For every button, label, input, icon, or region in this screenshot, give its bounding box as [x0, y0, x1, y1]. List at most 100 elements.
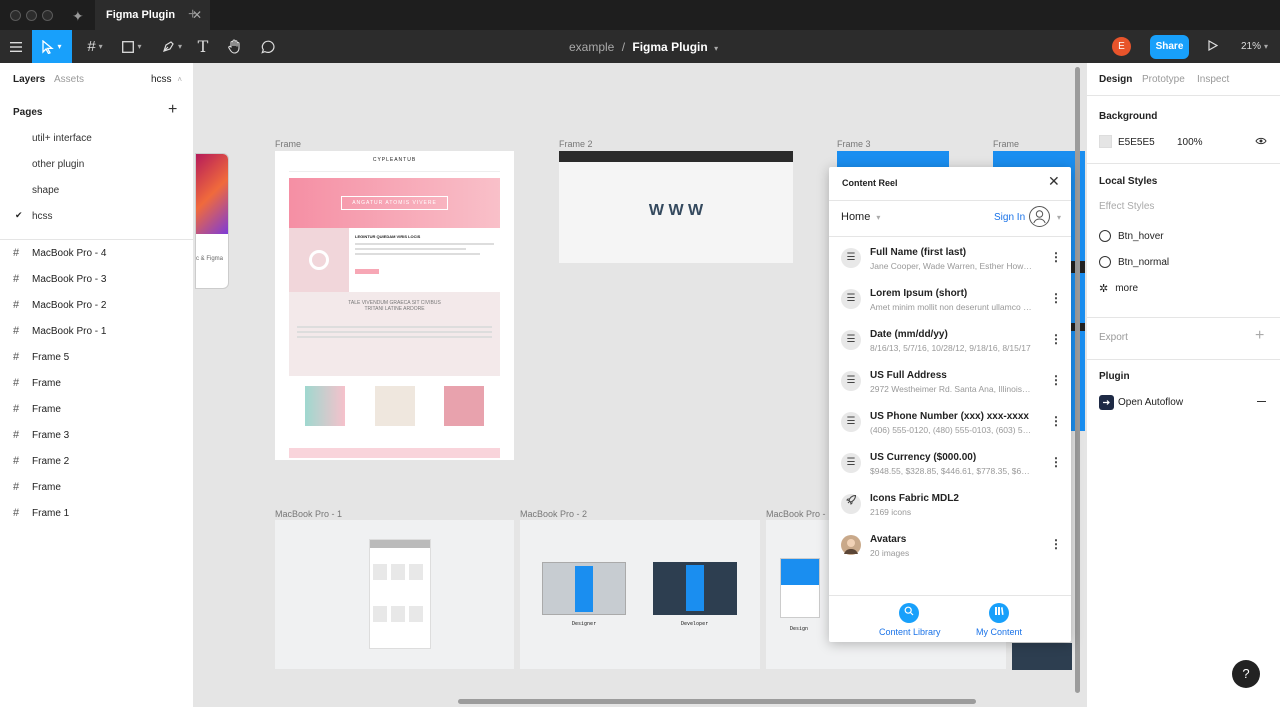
move-tool-button[interactable]: ▾	[32, 30, 72, 63]
user-icon[interactable]	[1029, 206, 1050, 227]
tab-assets[interactable]: Assets	[54, 74, 84, 85]
close-window-button[interactable]	[10, 10, 21, 21]
more-options-icon[interactable]: ⋮	[1050, 455, 1062, 469]
background-opacity[interactable]: 100%	[1177, 137, 1203, 148]
site-brand: CYPLEANTUB	[372, 157, 417, 163]
tab-inspect[interactable]: Inspect	[1197, 74, 1229, 85]
zoom-level[interactable]: 21% ▾	[1241, 41, 1268, 52]
content-library-search-icon[interactable]	[899, 603, 919, 623]
background-hex[interactable]: E5E5E5	[1118, 137, 1155, 148]
vertical-scrollbar[interactable]	[1075, 67, 1080, 693]
frame-label[interactable]: Frame	[993, 139, 1019, 149]
page-item[interactable]: util+ interface	[32, 133, 92, 144]
more-options-icon[interactable]: ⋮	[1050, 291, 1062, 305]
content-item[interactable]: ☰ US Phone Number (xxx) xxx-xxxx (406) 5…	[829, 405, 1071, 446]
more-options-icon[interactable]: ⋮	[1050, 250, 1062, 264]
more-options-icon[interactable]: ⋮	[1050, 332, 1062, 346]
layer-item[interactable]: # MacBook Pro - 3	[13, 273, 106, 285]
frame-label[interactable]: Frame 2	[559, 139, 593, 149]
more-options-icon[interactable]: ⋮	[1050, 414, 1062, 428]
layer-item[interactable]: # Frame 3	[13, 429, 69, 441]
content-library-button[interactable]: Content Library	[879, 627, 941, 637]
pen-tool-button[interactable]: ▾	[155, 30, 189, 63]
style-item-btn-normal[interactable]: Btn_normal	[1099, 256, 1169, 268]
horizontal-scrollbar[interactable]	[458, 699, 976, 704]
frame-label[interactable]: MacBook Pro - 1	[275, 509, 342, 519]
layer-item[interactable]: # Frame 2	[13, 455, 69, 467]
tab-prototype[interactable]: Prototype	[1142, 74, 1185, 85]
new-tab-button[interactable]: +	[188, 6, 197, 24]
page-item[interactable]: other plugin	[32, 159, 84, 170]
tab-layers[interactable]: Layers	[13, 74, 45, 85]
content-item[interactable]: ☰ US Full Address 2972 Westheimer Rd. Sa…	[829, 364, 1071, 405]
my-content-button[interactable]: My Content	[976, 627, 1022, 637]
layer-item[interactable]: # Frame 1	[13, 507, 69, 519]
more-styles-button[interactable]: ✲ more	[1099, 282, 1138, 295]
style-item-btn-hover[interactable]: Btn_hover	[1099, 230, 1164, 242]
remove-plugin-icon[interactable]	[1257, 401, 1266, 403]
layer-item[interactable]: # Frame	[13, 481, 61, 493]
layer-item[interactable]: # MacBook Pro - 2	[13, 299, 106, 311]
site-nav	[289, 171, 500, 172]
help-button[interactable]: ?	[1232, 660, 1260, 688]
layer-item[interactable]: # Frame	[13, 377, 61, 389]
macbook-frame-2[interactable]: Designer Developer	[520, 520, 760, 669]
content-item-title: Icons Fabric MDL2	[870, 493, 959, 504]
plugin-name[interactable]: Open Autoflow	[1118, 397, 1183, 408]
plugin-title: Content Reel	[842, 178, 898, 188]
content-item[interactable]: Icons Fabric MDL2 2169 icons	[829, 487, 1071, 528]
breadcrumb-project[interactable]: example	[569, 40, 614, 54]
macbook-frame-4[interactable]	[1012, 643, 1072, 670]
chevron-down-icon[interactable]: ▾	[1057, 213, 1061, 222]
content-item-subtitle: Jane Cooper, Wade Warren, Esther Howard	[870, 261, 1032, 271]
layer-item[interactable]: # Frame 5	[13, 351, 69, 363]
share-button[interactable]: Share	[1150, 35, 1189, 59]
settings-icon: ✲	[1099, 283, 1109, 295]
frame-label[interactable]: Frame 3	[837, 139, 871, 149]
my-content-books-icon[interactable]	[989, 603, 1009, 623]
close-icon[interactable]: ✕	[1048, 173, 1060, 190]
layer-item[interactable]: # MacBook Pro - 4	[13, 247, 106, 259]
page-item-active[interactable]: hcss	[32, 211, 53, 222]
content-item[interactable]: ☰ Lorem Ipsum (short) Amet minim mollit …	[829, 282, 1071, 323]
macbook-frame-1[interactable]	[275, 520, 514, 669]
minimize-window-button[interactable]	[26, 10, 37, 21]
layer-item[interactable]: # Frame	[13, 403, 61, 415]
more-options-icon[interactable]: ⋮	[1050, 537, 1062, 551]
figma-logo-icon[interactable]: ✦	[72, 8, 84, 25]
more-options-icon[interactable]: ⋮	[1050, 373, 1062, 387]
present-play-icon[interactable]	[1208, 39, 1219, 54]
text-tool-button[interactable]: T	[193, 30, 213, 63]
main-menu-icon[interactable]	[0, 30, 32, 63]
content-item[interactable]: ☰ US Currency ($000.00) $948.55, $328.85…	[829, 446, 1071, 487]
phone-caption: c & Figma	[196, 256, 224, 262]
hand-tool-icon[interactable]	[224, 30, 246, 63]
divider	[1087, 163, 1280, 164]
page-item[interactable]: shape	[32, 185, 59, 196]
frame-label[interactable]: MacBook Pro -	[766, 509, 826, 519]
browser-frame[interactable]: W W W	[559, 151, 793, 263]
sign-in-link[interactable]: Sign In	[994, 212, 1025, 223]
content-item[interactable]: Avatars 20 images ⋮	[829, 528, 1071, 569]
frame-tool-button[interactable]: # ▾	[78, 30, 112, 63]
eye-icon[interactable]	[1255, 136, 1267, 149]
shape-tool-button[interactable]: ▾	[115, 30, 149, 63]
add-export-icon[interactable]: +	[1255, 327, 1264, 345]
breadcrumb-file[interactable]: Figma Plugin	[632, 40, 707, 54]
layer-item[interactable]: # MacBook Pro - 1	[13, 325, 106, 337]
page-selector[interactable]: hcss ˄	[151, 74, 182, 85]
content-item[interactable]: ☰ Date (mm/dd/yy) 8/16/13, 5/7/16, 10/28…	[829, 323, 1071, 364]
partial-phone-frame[interactable]: c & Figma	[195, 153, 229, 289]
background-swatch[interactable]	[1099, 135, 1112, 148]
home-dropdown[interactable]: Home ▾	[841, 211, 880, 223]
comment-tool-icon[interactable]	[257, 30, 279, 63]
zoom-window-button[interactable]	[42, 10, 53, 21]
chevron-down-icon[interactable]: ▾	[714, 44, 718, 53]
tab-design[interactable]: Design	[1099, 74, 1132, 85]
frame-label[interactable]: Frame	[275, 139, 301, 149]
user-avatar[interactable]: E	[1112, 37, 1131, 56]
content-item[interactable]: ☰ Full Name (first last) Jane Cooper, Wa…	[829, 241, 1071, 282]
frame-label[interactable]: MacBook Pro - 2	[520, 509, 587, 519]
website-frame[interactable]: CYPLEANTUB ANGATUR ATOMIS VIVERE LEGINTU…	[275, 151, 514, 460]
add-page-icon[interactable]: +	[168, 101, 177, 119]
